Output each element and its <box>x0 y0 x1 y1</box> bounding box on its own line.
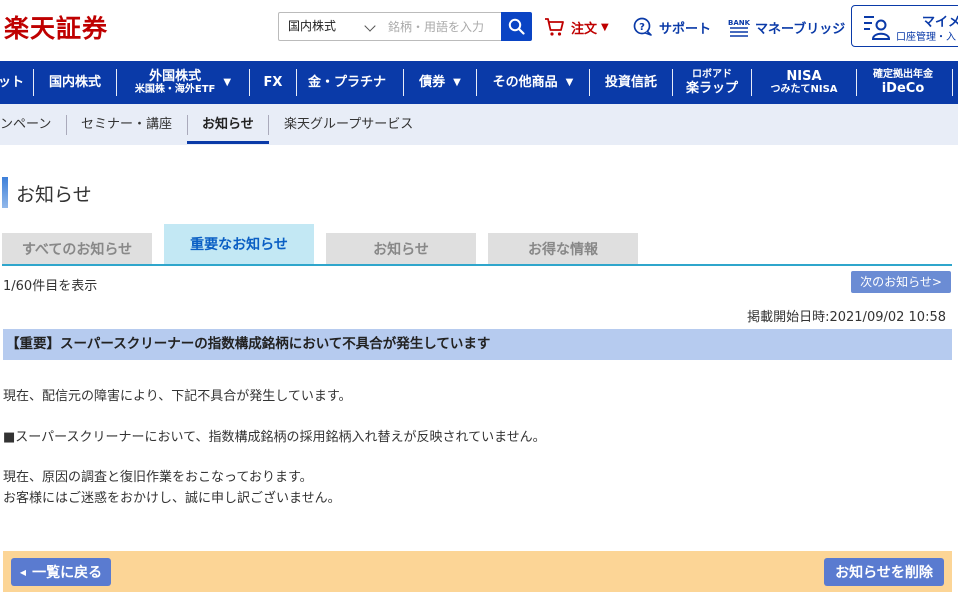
bank-icon: BANK <box>728 19 750 37</box>
support-link[interactable]: ? サポート <box>632 15 711 39</box>
page-title: お知らせ <box>16 184 92 206</box>
nav-item-ideco[interactable]: 確定拠出年金 iDeCo <box>857 61 949 104</box>
subnav-divider <box>187 115 188 135</box>
nav-item-gold-platinum[interactable]: 金・プラチナ <box>297 61 397 104</box>
svg-text:?: ? <box>639 22 645 33</box>
nav-label: 外国株式 <box>149 68 202 84</box>
mypage-button[interactable]: マイメ 口座管理・入 <box>851 5 958 47</box>
delete-notice-button[interactable]: お知らせを削除 <box>824 558 944 586</box>
nav-sublabel: 米国株・海外ETF <box>134 84 216 96</box>
money-bridge-label: マネーブリッジ <box>755 21 846 37</box>
caret-down-icon: ▼ <box>223 76 232 88</box>
next-notice-button[interactable]: 次のお知らせ> <box>851 271 951 293</box>
nav-label: NISA <box>786 68 822 84</box>
caret-down-icon: ▼ <box>601 21 609 33</box>
search-input[interactable] <box>382 12 502 41</box>
cart-icon <box>545 18 564 36</box>
title-accent-bar <box>2 177 8 208</box>
search-category-value: 国内株式 <box>288 19 337 33</box>
nav-label: 投資信託 <box>604 74 657 90</box>
result-count: 1/60件目を表示 <box>3 279 98 294</box>
nav-item-domestic-stocks[interactable]: 国内株式 <box>34 61 116 104</box>
subnav-item-rakuten-group[interactable]: 楽天グループサービス <box>284 104 413 145</box>
sub-nav: ンペーン セミナー・講座 お知らせ 楽天グループサービス <box>0 104 958 145</box>
subnav-item-notices[interactable]: お知らせ <box>202 104 254 145</box>
arrow-left-icon: ◀ <box>19 567 27 577</box>
nav-label: ット <box>0 74 25 90</box>
nav-label: 国内株式 <box>48 74 101 90</box>
nav-sublabel: 楽ラップ <box>685 80 738 96</box>
rakuten-securities-logo[interactable]: 楽天証券 <box>4 9 108 45</box>
search-button[interactable] <box>501 12 532 41</box>
nav-item-nisa[interactable]: NISA つみたてNISA <box>752 61 856 104</box>
notice-title: 【重要】スーパースクリーナーの指数構成銘柄において不具合が発生しています <box>3 329 952 360</box>
notice-body-line: ■スーパースクリーナーにおいて、指数構成銘柄の採用銘柄入れ替えが反映されていませ… <box>3 430 546 445</box>
nav-item-account[interactable]: ット <box>0 61 25 104</box>
nav-label: その他商品 <box>492 74 558 90</box>
subnav-active-indicator <box>187 141 269 144</box>
chevron-down-icon <box>364 20 376 32</box>
order-menu[interactable]: 注文 ▼ <box>544 15 609 39</box>
subnav-item-seminar[interactable]: セミナー・講座 <box>81 104 172 145</box>
search-bar: 国内株式 <box>278 12 532 41</box>
main-nav: ット 国内株式 外国株式 米国株・海外ETF ▼ FX 金・プラチナ 債券 ▼ … <box>0 61 958 104</box>
tab-underline <box>2 264 952 266</box>
tab-notices[interactable]: お知らせ <box>326 233 476 264</box>
back-to-list-button[interactable]: ◀ 一覧に戻る <box>11 558 111 586</box>
search-category-select[interactable]: 国内株式 <box>278 12 383 41</box>
back-to-list-label: 一覧に戻る <box>32 565 103 581</box>
subnav-divider <box>66 115 67 135</box>
nav-item-other-products[interactable]: その他商品 ▼ <box>477 61 589 104</box>
nav-label: FX <box>263 74 283 90</box>
site-header: 楽天証券 国内株式 注文 ▼ ? サポート <box>0 0 958 58</box>
tab-all-notices[interactable]: すべてのお知らせ <box>2 233 152 264</box>
user-list-icon <box>864 16 891 40</box>
subnav-divider <box>268 115 269 135</box>
tab-deals[interactable]: お得な情報 <box>488 233 638 264</box>
nav-item-bonds[interactable]: 債券 ▼ <box>404 61 476 104</box>
nav-label: 確定拠出年金 <box>873 68 933 80</box>
nav-label: ロボアド <box>692 68 732 80</box>
caret-down-icon: ▼ <box>565 76 574 88</box>
tab-important-notices[interactable]: 重要なお知らせ <box>164 224 314 264</box>
nav-item-fx[interactable]: FX <box>250 61 296 104</box>
nav-label: 金・プラチナ <box>307 74 386 90</box>
notice-body-line: 現在、配信元の障害により、下記不具合が発生しています。 <box>3 389 352 404</box>
money-bridge-link[interactable]: BANK マネーブリッジ <box>728 15 845 39</box>
chat-question-icon: ? <box>633 17 652 36</box>
nav-label: 債券 <box>419 74 446 90</box>
publish-date: 掲載開始日時:2021/09/02 10:58 <box>747 310 946 325</box>
nav-item-investment-trusts[interactable]: 投資信託 <box>590 61 672 104</box>
nav-sublabel: iDeCo <box>881 80 925 96</box>
nav-item-foreign-stocks[interactable]: 外国株式 米国株・海外ETF ▼ <box>117 61 249 104</box>
caret-down-icon: ▼ <box>453 76 461 88</box>
order-label: 注文 <box>571 21 598 37</box>
action-bar: ◀ 一覧に戻る お知らせを削除 <box>3 551 952 592</box>
support-label: サポート <box>659 21 712 37</box>
subnav-item-campaign[interactable]: ンペーン <box>0 104 51 145</box>
svg-text:BANK: BANK <box>728 19 750 27</box>
notice-body-line: 現在、原因の調査と復旧作業をおこなっております。 <box>3 470 313 485</box>
mypage-subtitle: 口座管理・入 <box>896 32 956 43</box>
nav-item-robo-advisor[interactable]: ロボアド 楽ラップ <box>673 61 751 104</box>
nav-divider <box>952 69 953 96</box>
nav-sublabel: つみたてNISA <box>770 84 838 96</box>
notice-body-line: お客様にはご迷惑をおかけし、誠に申し訳ございません。 <box>3 491 341 506</box>
search-icon <box>508 18 525 35</box>
